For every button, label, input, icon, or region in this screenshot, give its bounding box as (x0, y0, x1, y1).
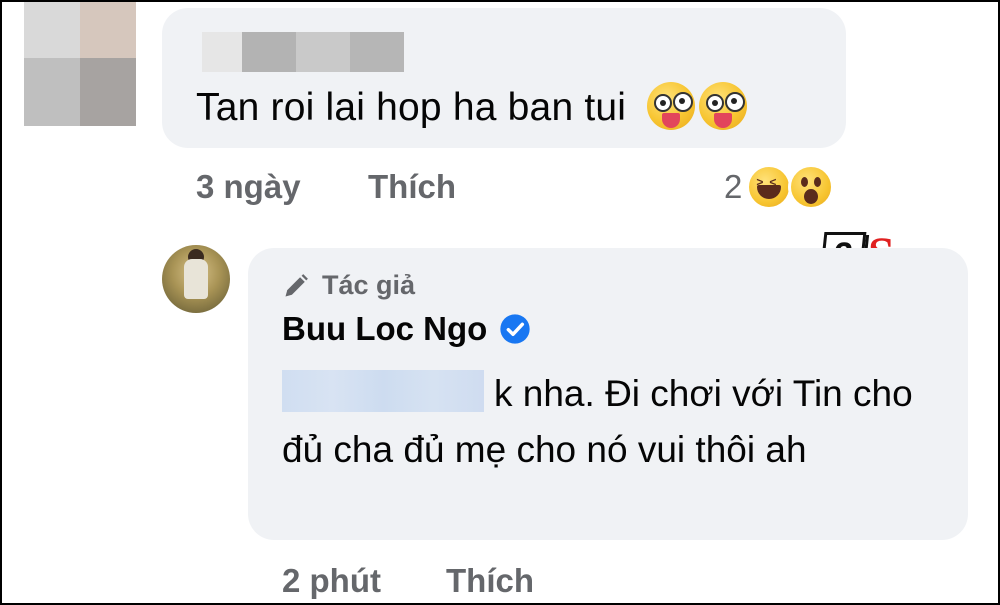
like-button[interactable]: Thích (368, 168, 456, 206)
winking-tongue-emoji (647, 82, 696, 130)
author-badge-label: Tác giả (322, 270, 416, 300)
reply-text: k nha. Đi chơi với Tin cho đủ cha đủ mẹ … (282, 366, 932, 478)
reply-bubble: Tác giả Buu Loc Ngo k nha. Đi chơi với T… (248, 248, 968, 540)
reply-timestamp[interactable]: 2 phút (282, 562, 381, 600)
pencil-icon (285, 273, 308, 296)
comment-timestamp[interactable]: 3 ngày (196, 168, 301, 206)
like-button[interactable]: Thích (446, 562, 534, 600)
wow-reaction-icon (788, 164, 835, 210)
comment-text: Tan roi lai hop ha ban tui (196, 86, 627, 129)
comment-bubble: Tan roi lai hop ha ban tui (162, 8, 846, 148)
author-badge: Tác giả (282, 270, 415, 301)
author-name[interactable]: Buu Loc Ngo (282, 310, 487, 348)
haha-reaction-icon: >< (746, 164, 793, 210)
blurred-commenter-name (202, 32, 404, 72)
reply-author[interactable]: Buu Loc Ngo (282, 310, 531, 348)
blurred-avatar (24, 2, 136, 126)
verified-badge-icon (500, 314, 530, 344)
reaction-summary[interactable]: 2 >< (724, 162, 835, 212)
screenshot-frame: Tan roi lai hop ha ban tui 3 ngày Thích … (0, 0, 1000, 605)
blurred-text (282, 370, 484, 412)
winking-tongue-emoji (699, 82, 748, 130)
avatar[interactable] (162, 245, 230, 313)
comment-text-line: Tan roi lai hop ha ban tui (196, 82, 748, 130)
reaction-count: 2 (724, 168, 743, 205)
